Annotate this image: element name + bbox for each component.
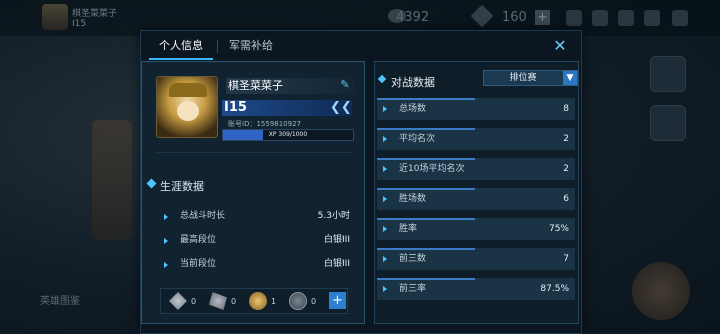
bg-player-name: 棋圣菜菜子 xyxy=(72,9,118,19)
battle-stats-panel: 对战数据 排位赛 ▼ 总场数 8 平均名次 2 近10场平均名次 2 胜场数 6 胜率 75% 前三… xyxy=(374,61,579,324)
medal-bar: 0 0 1 0 + xyxy=(160,288,348,314)
profile-panel: 棋圣菜菜子 ✎ I15 ❮❮ 账号ID：1559810927 XP 309/10… xyxy=(141,61,365,324)
divider xyxy=(156,152,352,153)
bg-player-sub: I15 xyxy=(72,19,87,29)
career-row-value: 5.3小时 xyxy=(317,211,350,221)
stat-label: 平均名次 xyxy=(399,134,436,144)
gold-medal-icon[interactable] xyxy=(249,292,267,310)
edit-icon[interactable]: ✎ xyxy=(338,78,352,92)
add-medal-button[interactable]: + xyxy=(329,292,346,309)
close-icon[interactable]: ✕ xyxy=(551,37,569,55)
tab-divider xyxy=(217,40,218,53)
tab-supply[interactable]: 军需补给 xyxy=(229,34,273,58)
gear-icon[interactable] xyxy=(618,10,634,26)
sword-medal-icon[interactable] xyxy=(209,292,227,310)
career-row: 当前段位 白银III xyxy=(164,258,350,270)
stat-label: 近10场平均名次 xyxy=(399,164,465,174)
chevron-left-icon: ❮❮ xyxy=(330,100,352,115)
stat-value: 8 xyxy=(563,104,569,114)
mode-select-value: 排位赛 xyxy=(509,73,537,83)
career-row-label: 总战斗时长 xyxy=(180,211,226,221)
triangle-bullet-icon xyxy=(383,166,387,172)
bg-hero-art xyxy=(92,120,132,240)
tab-personal-info[interactable]: 个人信息 xyxy=(149,34,213,60)
triangle-bullet-icon xyxy=(383,286,387,292)
account-id: 账号ID：1559810927 xyxy=(228,120,301,128)
stat-value: 75% xyxy=(548,224,569,234)
stat-row: 前三数 7 xyxy=(377,248,575,270)
stat-row: 胜率 75% xyxy=(377,218,575,240)
shop-icon[interactable] xyxy=(566,10,582,26)
avatar[interactable] xyxy=(156,76,218,138)
triangle-bullet-icon xyxy=(164,262,168,268)
triangle-bullet-icon xyxy=(164,214,168,220)
career-row-value: 白银III xyxy=(324,259,350,269)
stat-label: 前三数 xyxy=(399,254,427,264)
bg-character-portrait xyxy=(632,262,690,320)
triangle-bullet-icon xyxy=(164,238,168,244)
rank-label: I15 xyxy=(224,100,247,115)
battery-icon xyxy=(672,10,688,26)
xp-bar: XP 309/1000 xyxy=(222,129,354,141)
diamond-bullet-icon xyxy=(146,178,157,189)
stat-value: 6 xyxy=(563,194,569,204)
stat-label: 胜场数 xyxy=(399,194,427,204)
gem-count: 160 xyxy=(502,10,527,25)
triangle-bullet-icon xyxy=(383,196,387,202)
medal-count: 1 xyxy=(271,297,277,306)
career-row-label: 当前段位 xyxy=(180,259,217,269)
stat-label: 胜率 xyxy=(399,224,418,234)
row-accent xyxy=(377,218,475,220)
gold-count: 4392 xyxy=(396,10,430,25)
stat-value: 7 xyxy=(563,254,569,264)
side-menu-button-1[interactable] xyxy=(650,56,686,92)
nickname: 棋圣菜菜子 xyxy=(226,78,354,94)
stat-label: 前三率 xyxy=(399,284,427,294)
triangle-bullet-icon xyxy=(383,226,387,232)
career-row: 总战斗时长 5.3小时 xyxy=(164,210,350,222)
gift-icon[interactable] xyxy=(650,105,686,141)
chevron-down-icon[interactable]: ▼ xyxy=(563,71,577,85)
stat-label: 总场数 xyxy=(399,104,427,114)
career-row: 最高段位 白银III xyxy=(164,234,350,246)
avatar-hat xyxy=(169,83,207,97)
profile-dialog: 个人信息 军需补给 ✕ 棋圣菜菜子 ✎ I15 ❮❮ 账号ID：15598109… xyxy=(140,30,582,334)
mode-select[interactable]: 排位赛 ▼ xyxy=(483,70,578,86)
stat-row: 近10场平均名次 2 xyxy=(377,158,575,180)
career-row-label: 最高段位 xyxy=(180,235,217,245)
stat-value: 2 xyxy=(563,134,569,144)
stat-value: 87.5% xyxy=(540,284,569,294)
xp-text: XP 309/1000 xyxy=(268,131,308,138)
stat-row: 前三率 87.5% xyxy=(377,278,575,300)
rank-bar: I15 ❮❮ xyxy=(222,100,352,116)
avatar-face xyxy=(177,101,199,121)
add-gems-button[interactable]: + xyxy=(535,10,550,25)
stat-value: 2 xyxy=(563,164,569,174)
stat-row: 平均名次 2 xyxy=(377,128,575,150)
career-title: 生涯数据 xyxy=(160,180,204,193)
medal-count: 0 xyxy=(191,297,197,306)
stat-row: 胜场数 6 xyxy=(377,188,575,210)
hero-gallery-button[interactable]: 英雄图鉴 xyxy=(40,292,80,307)
battle-stats-title: 对战数据 xyxy=(391,76,435,89)
wifi-icon xyxy=(644,10,660,26)
triangle-bullet-icon xyxy=(383,106,387,112)
bg-avatar xyxy=(42,4,68,30)
shield-medal-icon[interactable] xyxy=(289,292,307,310)
triangle-bullet-icon xyxy=(383,136,387,142)
career-row-value: 白银III xyxy=(324,235,350,245)
mail-icon[interactable] xyxy=(592,10,608,26)
medal-count: 0 xyxy=(231,297,237,306)
medal-count: 0 xyxy=(311,297,317,306)
diamond-medal-icon[interactable] xyxy=(169,292,187,310)
triangle-bullet-icon xyxy=(383,256,387,262)
diamond-bullet-icon xyxy=(377,74,387,84)
stat-row: 总场数 8 xyxy=(377,98,575,120)
